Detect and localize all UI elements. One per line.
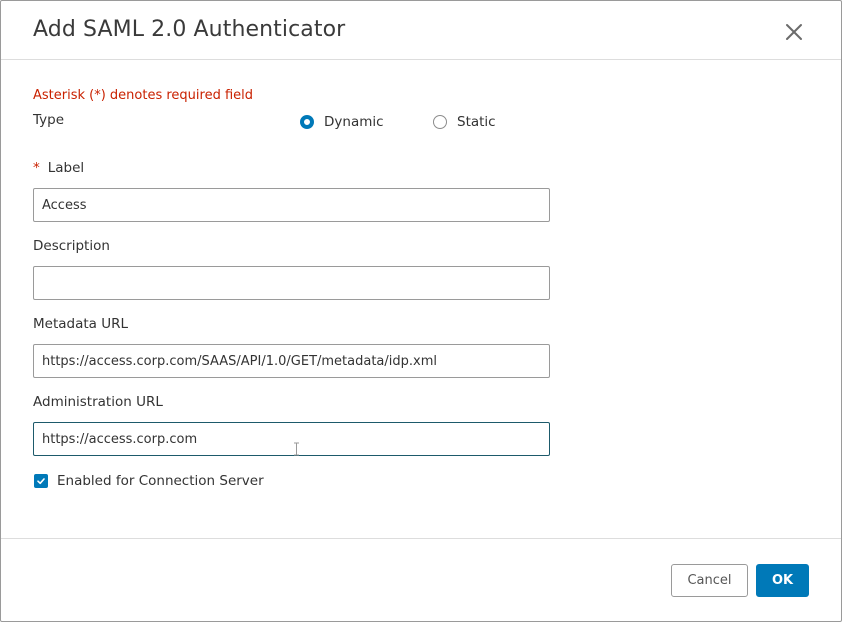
metadata-url-label: Metadata URL [33,316,129,332]
dialog-title: Add SAML 2.0 Authenticator [33,17,346,42]
checkbox-checked-icon [34,474,48,488]
label-field-text: Label [47,160,85,176]
radio-static-label: Static [457,114,496,130]
radio-dynamic-label: Dynamic [324,114,384,130]
enabled-for-connection-server-checkbox[interactable]: Enabled for Connection Server [34,472,264,490]
label-input[interactable] [33,188,550,222]
description-input[interactable] [33,266,550,300]
label-field-label: * Label [33,159,84,177]
administration-url-input[interactable] [33,422,550,456]
radio-checked-icon [300,115,314,129]
enabled-checkbox-label: Enabled for Connection Server [57,473,264,489]
radio-dynamic[interactable]: Dynamic [300,113,384,131]
dialog-header: Add SAML 2.0 Authenticator [1,1,841,60]
metadata-url-input[interactable] [33,344,550,378]
required-marker: * [33,160,40,176]
description-label: Description [33,238,110,254]
administration-url-label: Administration URL [33,394,163,410]
close-icon [786,24,802,40]
required-field-note: Asterisk (*) denotes required field [33,88,254,103]
type-label: Type [33,112,65,128]
radio-static[interactable]: Static [433,113,496,131]
saml-authenticator-dialog: Add SAML 2.0 Authenticator Asterisk (*) … [0,0,842,622]
ok-button[interactable]: OK [756,564,809,597]
footer-divider [1,538,841,539]
close-button[interactable] [780,18,808,46]
cancel-button[interactable]: Cancel [671,564,748,597]
checkmark-icon [37,478,45,485]
radio-unchecked-icon [433,115,447,129]
text-cursor-icon [294,442,299,456]
